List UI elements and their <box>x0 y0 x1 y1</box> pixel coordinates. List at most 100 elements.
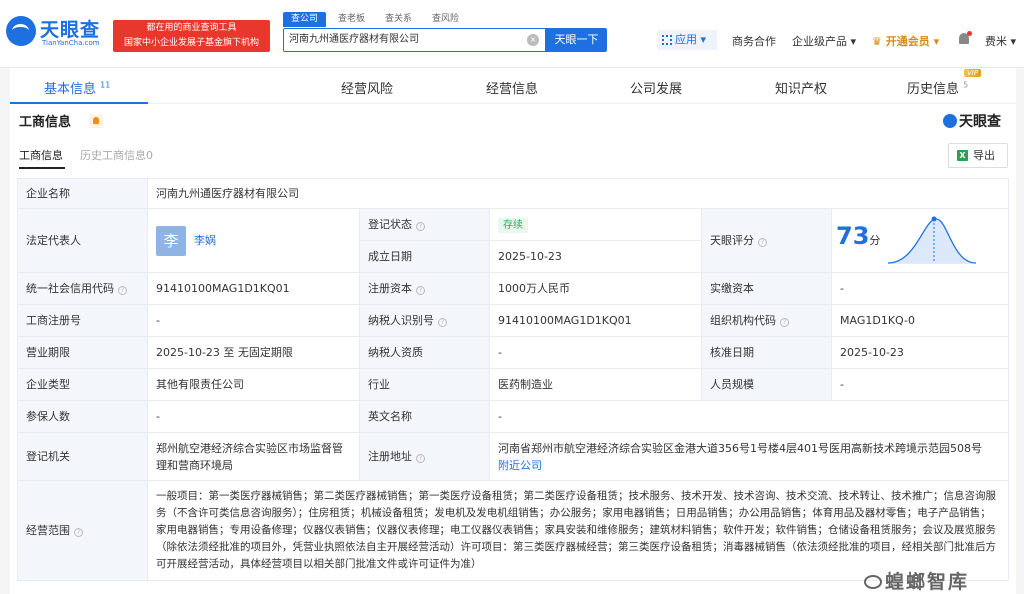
insured-label: 参保人数 <box>17 400 148 433</box>
staff-size-value: - <box>831 368 1009 401</box>
table-row: 登记机关 郑州航空港经济综合实验区市场监督管理和营商环境局 注册地址? 河南省郑… <box>17 432 1009 481</box>
industry-label: 行业 <box>359 368 490 401</box>
label-text: 经营范围 <box>26 524 70 537</box>
bell-icon[interactable] <box>89 114 103 128</box>
scope-value: 一般项目：第一类医疗器械销售；第二类医疗器械销售；第一类医疗设备租赁；第二类医疗… <box>147 480 1009 581</box>
help-icon[interactable]: ? <box>416 454 425 463</box>
help-icon[interactable]: ? <box>416 286 425 295</box>
insured-value: - <box>147 400 360 433</box>
score-value: 73分 <box>836 222 880 250</box>
tab-intellectual-property[interactable]: 知识产权 <box>775 78 827 97</box>
score-unit: 分 <box>869 233 881 247</box>
section-title: 工商信息 <box>19 115 72 130</box>
tab-count: 5 <box>963 80 969 90</box>
logo-icon <box>943 114 957 128</box>
address-value: 河南省郑州市航空港经济综合实验区金港大道356号1号楼4层401号医用高新技术跨… <box>498 441 982 455</box>
legal-rep-link[interactable]: 李娲 <box>194 234 216 247</box>
reg-status-cell: 存续 <box>489 208 702 241</box>
search-tab-relation[interactable]: 查关系 <box>377 12 420 27</box>
tab-label: 基本信息 <box>44 82 97 97</box>
crown-icon: ♛ <box>872 35 882 48</box>
nav-user-menu[interactable]: 费米 ▾ <box>985 33 1016 49</box>
search-input[interactable]: 河南九州通医疗器材有限公司 <box>283 28 546 52</box>
subtab-business-info[interactable]: 工商信息 <box>19 147 63 163</box>
score-distribution-chart <box>887 216 976 264</box>
vip-badge: VIP <box>964 69 982 77</box>
nav-app-menu[interactable]: 应用 ▾ <box>657 30 717 50</box>
paid-capital-label: 实缴资本 <box>701 272 832 305</box>
search-button[interactable]: 天眼一下 <box>546 28 607 52</box>
clear-icon[interactable]: × <box>527 34 539 46</box>
nav-enterprise-menu[interactable]: 企业级产品 ▾ <box>792 33 856 49</box>
slogan-banner[interactable]: 都在用的商业查询工具 国家中小企业发展子基金旗下机构 <box>113 20 270 52</box>
export-label: 导出 <box>973 149 995 162</box>
tab-history-info[interactable]: 历史信息 5 <box>907 78 968 97</box>
biz-reg-no-label: 工商注册号 <box>17 304 148 337</box>
company-name-label: 企业名称 <box>17 178 148 209</box>
nav-business-link[interactable]: 商务合作 <box>732 33 776 49</box>
type-label: 企业类型 <box>17 368 148 401</box>
search-tab-boss[interactable]: 查老板 <box>330 12 373 27</box>
table-row: 企业类型 其他有限责任公司 行业 医药制造业 人员规模 - <box>17 368 1009 401</box>
company-name-value: 河南九州通医疗器材有限公司 <box>147 178 1009 209</box>
slogan-line2: 国家中小企业发展子基金旗下机构 <box>123 38 259 48</box>
scope-label: 经营范围? <box>17 480 148 581</box>
legal-rep-label: 法定代表人 <box>17 208 148 273</box>
help-icon[interactable]: ? <box>118 286 127 295</box>
subtab-history[interactable]: 历史工商信息0 <box>80 147 153 163</box>
table-row: 企业名称 河南九州通医疗器材有限公司 <box>17 178 1009 209</box>
user-name: 费米 <box>985 35 1007 48</box>
approval-date-value: 2025-10-23 <box>831 336 1009 369</box>
search-tab-company[interactable]: 查公司 <box>283 12 327 27</box>
biz-reg-no-value: - <box>147 304 360 337</box>
label-text: 注册地址 <box>368 450 412 463</box>
watermark-text: 天眼查 <box>959 114 1001 130</box>
taxpayer-id-value: 91410100MAG1D1KQ01 <box>489 304 702 337</box>
bottom-watermark: 蝗螂智库 <box>864 567 969 594</box>
label-text: 注册资本 <box>368 282 412 295</box>
industry-value: 医药制造业 <box>489 368 702 401</box>
export-button[interactable]: X 导出 <box>948 143 1008 168</box>
staff-size-label: 人员规模 <box>701 368 832 401</box>
table-row: 工商注册号 - 纳税人识别号? 91410100MAG1D1KQ01 组织机构代… <box>17 304 1009 337</box>
authority-value: 郑州航空港经济综合实验区市场监督管理和营商环境局 <box>147 432 360 481</box>
label-text: 纳税人识别号 <box>368 314 434 327</box>
label-text: 统一社会信用代码 <box>26 282 114 295</box>
distribution-area <box>887 218 976 263</box>
search-tab-risk[interactable]: 查风险 <box>424 12 467 27</box>
score-marker <box>931 216 937 221</box>
table-row: 法定代表人 李李娲 登记状态? 存续 天眼评分? 73分 <box>17 208 1009 273</box>
bell-icon[interactable] <box>959 31 972 44</box>
authority-label: 登记机关 <box>17 432 148 481</box>
address-cell: 河南省郑州市航空港经济综合实验区金港大道356号1号楼4层401号医用高新技术跨… <box>489 432 1009 481</box>
tab-operating-risk[interactable]: 经营风险 <box>341 78 393 97</box>
score-cell[interactable]: 73分 <box>831 208 1009 273</box>
score-number: 73 <box>836 221 870 250</box>
help-icon[interactable]: ? <box>74 528 83 537</box>
tianyancha-logo[interactable]: 天眼查 TianYanCha.com <box>6 12 110 52</box>
section-tabs: 基本信息 11 经营风险 经营信息 公司发展 知识产权 历史信息 5 VIP <box>10 68 1016 104</box>
help-icon[interactable]: ? <box>438 318 447 327</box>
logo-subtext: TianYanCha.com <box>42 39 100 47</box>
excel-icon: X <box>957 150 968 161</box>
tab-basic-info[interactable]: 基本信息 11 <box>44 78 110 97</box>
table-row: 统一社会信用代码? 91410100MAG1D1KQ01 注册资本? 1000万… <box>17 272 1009 305</box>
tab-operating-info[interactable]: 经营信息 <box>486 78 538 97</box>
nearby-companies-link[interactable]: 附近公司 <box>498 457 1000 474</box>
watermark-text: 蝗螂智库 <box>885 571 970 593</box>
nav-vip-menu[interactable]: ♛ 开通会员 ▾ <box>872 33 939 49</box>
established-value: 2025-10-23 <box>489 240 702 273</box>
tab-count: 11 <box>100 80 111 90</box>
avatar[interactable]: 李 <box>156 225 186 256</box>
grid-icon <box>662 35 672 45</box>
established-label: 成立日期 <box>359 240 490 273</box>
chevron-down-icon: ▾ <box>1010 35 1017 48</box>
tab-company-development[interactable]: 公司发展 <box>630 78 682 97</box>
help-icon[interactable]: ? <box>780 318 789 327</box>
term-label: 营业期限 <box>17 336 148 369</box>
help-icon[interactable]: ? <box>758 238 767 247</box>
table-row: 营业期限 2025-10-23 至 无固定期限 纳税人资质 - 核准日期 202… <box>17 336 1009 369</box>
tab-label: 历史信息 <box>907 82 960 97</box>
term-value: 2025-10-23 至 无固定期限 <box>147 336 360 369</box>
help-icon[interactable]: ? <box>416 222 425 231</box>
